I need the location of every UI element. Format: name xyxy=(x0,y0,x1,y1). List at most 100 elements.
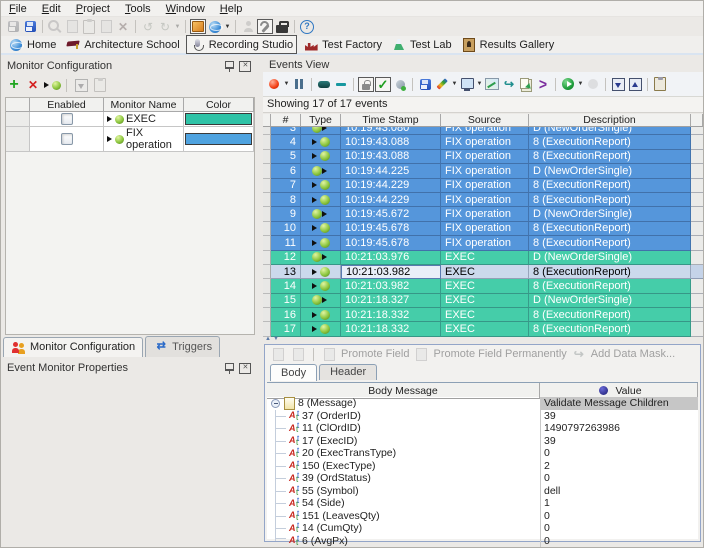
column-number[interactable]: # xyxy=(271,114,301,127)
monitor-row-fix-operation[interactable]: FIX operation xyxy=(6,127,254,142)
column-time-stamp[interactable]: Time Stamp xyxy=(341,114,441,127)
field-row[interactable]: 39 (OrdStatus) 0 xyxy=(267,472,698,485)
pin-icon[interactable] xyxy=(221,361,237,376)
briefcase-icon[interactable] xyxy=(274,19,290,34)
tab-header[interactable]: Header xyxy=(319,364,377,380)
field-row[interactable]: 150 (ExecType) 2 xyxy=(267,460,698,473)
accept-icon[interactable] xyxy=(375,77,391,92)
play-dropdown-icon[interactable] xyxy=(577,81,584,87)
column-monitor-name[interactable]: Monitor Name xyxy=(104,98,184,112)
record-dropdown-icon[interactable] xyxy=(283,81,290,87)
tab-architecture-school[interactable]: Architecture School xyxy=(62,36,182,53)
event-row[interactable]: 6 10:19:44.225 FIX operation D (NewOrder… xyxy=(263,164,703,178)
restore-icon[interactable] xyxy=(237,59,253,74)
column-color[interactable]: Color xyxy=(184,98,254,112)
next-icon[interactable] xyxy=(535,77,551,92)
field-row[interactable]: 6 (AvgPx) 0 xyxy=(267,535,698,548)
field-row[interactable]: 37 (OrderID) 39 xyxy=(267,410,698,423)
monitor-view-dropdown-icon[interactable] xyxy=(476,81,483,87)
field-value[interactable]: 1 xyxy=(540,497,698,510)
field-value[interactable]: 39 xyxy=(540,410,698,423)
event-row[interactable]: 17 10:21:18.332 EXEC 8 (ExecutionReport) xyxy=(263,322,703,336)
export-events-icon[interactable] xyxy=(627,77,643,92)
tab-body[interactable]: Body xyxy=(270,364,317,381)
menu-item[interactable]: Window xyxy=(166,3,205,15)
monitor-view-icon[interactable] xyxy=(459,77,475,92)
column-description[interactable]: Description xyxy=(529,114,691,127)
field-row[interactable]: 55 (Symbol) dell xyxy=(267,485,698,498)
event-row[interactable]: 14 10:21:03.982 EXEC 8 (ExecutionReport) xyxy=(263,279,703,293)
field-value[interactable]: 0 xyxy=(540,535,698,548)
copy-pages-icon[interactable] xyxy=(518,77,534,92)
event-row[interactable]: 9 10:19:45.672 FIX operation D (NewOrder… xyxy=(263,207,703,221)
message-value[interactable]: Validate Message Children xyxy=(540,397,698,410)
event-row[interactable]: 7 10:19:44.229 FIX operation 8 (Executio… xyxy=(263,179,703,193)
wrench-icon[interactable] xyxy=(257,19,273,34)
field-value[interactable]: 39 xyxy=(540,435,698,448)
field-value[interactable]: 0 xyxy=(540,447,698,460)
remove-event-icon[interactable] xyxy=(333,77,349,92)
package-icon[interactable] xyxy=(190,19,206,34)
menu-item[interactable]: Help xyxy=(220,3,243,15)
field-value[interactable]: 0 xyxy=(540,522,698,535)
color-filter-dropdown-icon[interactable] xyxy=(451,81,458,87)
pin-icon[interactable] xyxy=(221,59,237,74)
save-icon[interactable] xyxy=(22,19,38,34)
color-filter-icon[interactable] xyxy=(434,77,450,92)
column-source[interactable]: Source xyxy=(441,114,529,127)
event-row[interactable]: 10 10:19:45.678 FIX operation 8 (Executi… xyxy=(263,222,703,236)
chart-icon[interactable] xyxy=(484,77,500,92)
splitter-up-icon[interactable]: ▲ xyxy=(265,336,271,342)
collapse-toggle-icon[interactable] xyxy=(270,397,281,410)
event-row[interactable]: 3 10:19:43.080 FIX operation D (NewOrder… xyxy=(263,127,703,135)
message-root-row[interactable]: 8 (Message) Validate Message Children xyxy=(267,397,698,410)
clear-icon[interactable] xyxy=(392,77,408,92)
hide-events-icon[interactable] xyxy=(316,77,332,92)
event-row[interactable]: 13 10:21:03.982 EXEC 8 (ExecutionReport) xyxy=(263,265,703,279)
event-row[interactable]: 12 10:21:03.976 EXEC D (NewOrderSingle) xyxy=(263,251,703,265)
tab-results-gallery[interactable]: Results Gallery xyxy=(458,36,558,53)
menu-item[interactable]: Project xyxy=(76,3,110,15)
event-row[interactable]: 11 10:19:45.678 FIX operation 8 (Executi… xyxy=(263,236,703,250)
browser-globe-icon[interactable] xyxy=(207,19,223,34)
field-row[interactable]: 11 (ClOrdID) 1490797263986 xyxy=(267,422,698,435)
save-events-icon[interactable] xyxy=(417,77,433,92)
paste-events-icon[interactable] xyxy=(652,77,668,92)
tab-monitor-configuration[interactable]: Monitor Configuration xyxy=(3,337,143,357)
menu-item[interactable]: File xyxy=(9,3,27,15)
field-value[interactable]: 2 xyxy=(540,460,698,473)
enabled-checkbox[interactable] xyxy=(61,133,73,145)
field-row[interactable]: 17 (ExecID) 39 xyxy=(267,435,698,448)
field-row[interactable]: 20 (ExecTransType) 0 xyxy=(267,447,698,460)
field-value[interactable]: 1490797263986 xyxy=(540,422,698,435)
restore-icon[interactable] xyxy=(237,361,253,376)
tab-triggers[interactable]: Triggers xyxy=(145,336,220,357)
delete-monitor-icon[interactable] xyxy=(25,78,41,93)
field-row[interactable]: 14 (CumQty) 0 xyxy=(267,522,698,535)
tab-recording-studio[interactable]: Recording Studio xyxy=(186,35,297,54)
import-monitor-icon[interactable] xyxy=(44,78,60,93)
lock-icon[interactable] xyxy=(358,77,374,92)
column-type[interactable]: Type xyxy=(301,114,341,127)
add-monitor-icon[interactable] xyxy=(6,78,22,93)
field-row[interactable]: 54 (Side) 1 xyxy=(267,497,698,510)
event-row[interactable]: 16 10:21:18.332 EXEC 8 (ExecutionReport) xyxy=(263,308,703,322)
splitter-handle[interactable]: ▲▼ xyxy=(265,336,279,342)
menu-item[interactable]: Edit xyxy=(42,3,61,15)
color-swatch[interactable] xyxy=(185,113,252,125)
tab-test-factory[interactable]: Test Factory xyxy=(300,36,385,53)
monitor-row-exec[interactable]: EXEC xyxy=(6,112,254,127)
field-row[interactable]: 151 (LeavesQty) 0 xyxy=(267,510,698,523)
browser-dropdown-icon[interactable] xyxy=(224,24,231,30)
tab-home[interactable]: Home xyxy=(5,36,59,53)
event-row[interactable]: 4 10:19:43.088 FIX operation 8 (Executio… xyxy=(263,135,703,149)
forward-icon[interactable] xyxy=(501,77,517,92)
field-value[interactable]: 0 xyxy=(540,472,698,485)
event-row[interactable]: 8 10:19:44.229 FIX operation 8 (Executio… xyxy=(263,193,703,207)
menu-item[interactable]: Tools xyxy=(125,3,151,15)
play-icon[interactable] xyxy=(560,77,576,92)
event-row[interactable]: 15 10:21:18.327 EXEC D (NewOrderSingle) xyxy=(263,294,703,308)
pause-icon[interactable] xyxy=(291,77,307,92)
tab-test-lab[interactable]: Test Lab xyxy=(388,36,455,53)
enabled-checkbox[interactable] xyxy=(61,113,73,125)
